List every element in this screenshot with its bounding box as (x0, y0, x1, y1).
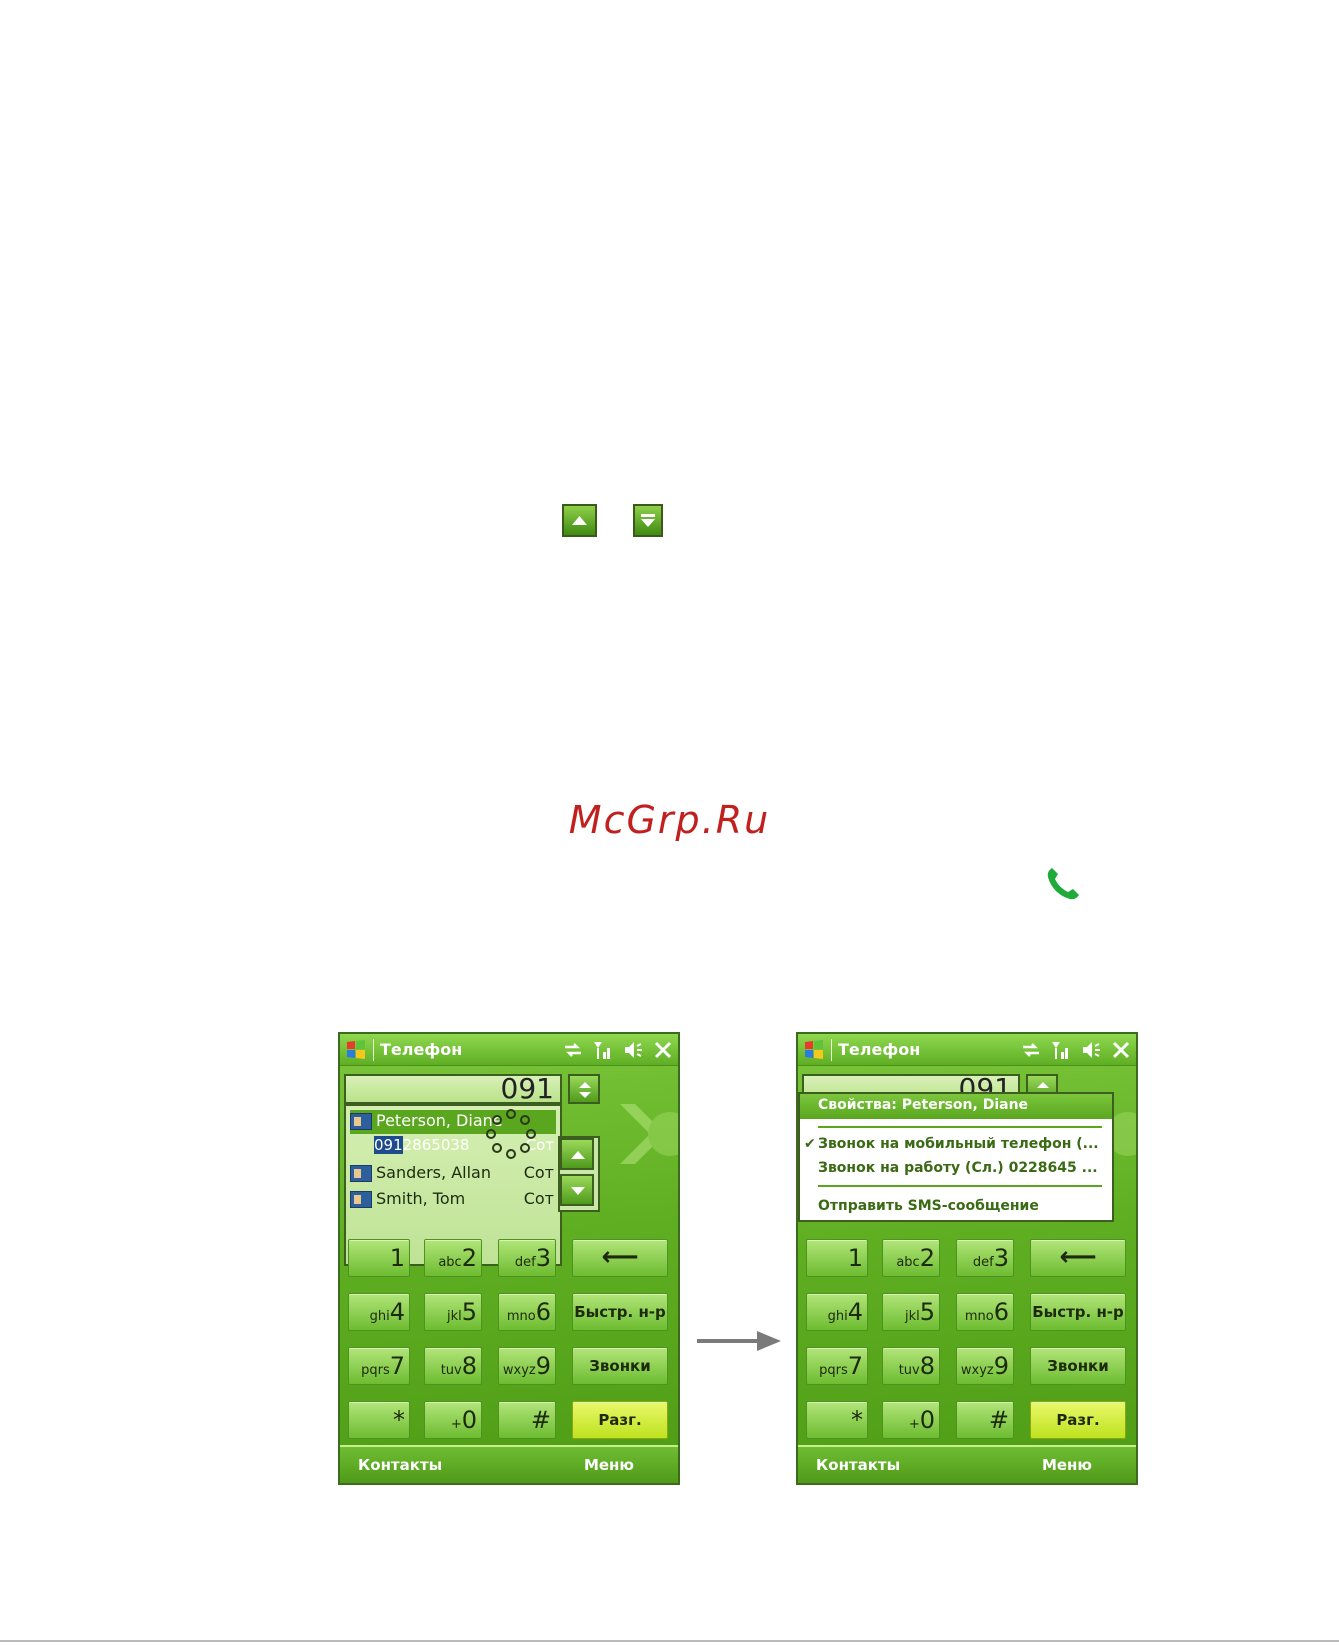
page-edge-line (0, 1640, 1339, 1642)
app-title: Телефон (380, 1040, 463, 1059)
contact-card-icon (350, 1191, 372, 1208)
list-item[interactable]: Smith, Tom Сот (350, 1188, 556, 1212)
key-star[interactable]: * (348, 1401, 410, 1439)
app-title: Телефон (838, 1040, 921, 1059)
signal-strength-icon[interactable] (592, 1039, 614, 1061)
triangle-down-icon (571, 1187, 585, 1195)
key-6[interactable]: mno6 (498, 1293, 556, 1331)
scroll-up-icon (562, 504, 597, 537)
key-hash[interactable]: # (498, 1401, 556, 1439)
dialed-number-field[interactable]: 091 (344, 1074, 562, 1104)
connectivity-icon[interactable] (562, 1039, 584, 1061)
volume-icon[interactable] (622, 1039, 644, 1061)
phone-screen-context-menu: Телефон 091 Свойства: Peterson, Diane ✔ … (796, 1032, 1138, 1485)
soft-key-bar: Контакты Меню (340, 1445, 678, 1483)
key-7[interactable]: pqrs7 (806, 1347, 868, 1385)
key-4[interactable]: ghi4 (806, 1293, 868, 1331)
menu-item-call-mobile[interactable]: Звонок на мобильный телефон (... (818, 1136, 1099, 1152)
triangle-up-icon (571, 1151, 585, 1159)
menu-item-call-work[interactable]: Звонок на работу (Сл.) 0228645 ... (818, 1160, 1098, 1176)
title-bar: Телефон (798, 1034, 1136, 1066)
signal-strength-icon[interactable] (1050, 1039, 1072, 1061)
watermark-text: McGrp.Ru (568, 798, 771, 842)
key-3[interactable]: def3 (498, 1239, 556, 1277)
menu-divider (818, 1126, 1102, 1128)
contacts-softkey[interactable]: Контакты (358, 1456, 442, 1474)
menu-softkey[interactable]: Меню (584, 1456, 634, 1474)
key-5[interactable]: jkl5 (424, 1293, 482, 1331)
key-9[interactable]: wxyz9 (956, 1347, 1014, 1385)
connectivity-icon[interactable] (1020, 1039, 1042, 1061)
talk-button[interactable]: Разг. (1030, 1401, 1126, 1439)
context-menu-header: Свойства: Peterson, Diane (800, 1094, 1112, 1119)
title-separator (373, 1039, 374, 1061)
title-separator (831, 1039, 832, 1061)
key-6[interactable]: mno6 (956, 1293, 1014, 1331)
windows-start-icon[interactable] (344, 1038, 368, 1062)
key-2[interactable]: abc2 (882, 1239, 940, 1277)
busy-spinner-icon (486, 1109, 536, 1159)
key-5[interactable]: jkl5 (882, 1293, 940, 1331)
close-icon[interactable] (652, 1039, 674, 1061)
right-arrow-icon (697, 1331, 781, 1351)
key-7[interactable]: pqrs7 (348, 1347, 410, 1385)
key-1[interactable]: 1 (806, 1239, 868, 1277)
key-8[interactable]: tuv8 (424, 1347, 482, 1385)
menu-softkey[interactable]: Меню (1042, 1456, 1092, 1474)
key-hash[interactable]: # (956, 1401, 1014, 1439)
contact-card-icon (350, 1113, 372, 1130)
key-3[interactable]: def3 (956, 1239, 1014, 1277)
up-down-icon (579, 1082, 591, 1098)
context-menu: Свойства: Peterson, Diane ✔ Звонок на мо… (798, 1092, 1114, 1222)
call-history-button[interactable]: Звонки (572, 1347, 668, 1385)
key-0[interactable]: +0 (424, 1401, 482, 1439)
phone-handset-icon (1047, 868, 1079, 900)
key-0[interactable]: +0 (882, 1401, 940, 1439)
checkmark-icon: ✔ (804, 1136, 816, 1152)
key-star[interactable]: * (806, 1401, 868, 1439)
key-8[interactable]: tuv8 (882, 1347, 940, 1385)
list-item[interactable]: Sanders, Allan Сот (350, 1162, 556, 1186)
scroll-up-button[interactable] (560, 1138, 594, 1170)
key-4[interactable]: ghi4 (348, 1293, 410, 1331)
backspace-button[interactable]: ⟵ (572, 1239, 668, 1277)
soft-key-bar: Контакты Меню (798, 1445, 1136, 1483)
speed-dial-button[interactable]: Быстр. н-р (572, 1293, 668, 1331)
backspace-button[interactable]: ⟵ (1030, 1239, 1126, 1277)
speed-dial-button[interactable]: Быстр. н-р (1030, 1293, 1126, 1331)
menu-divider (818, 1185, 1102, 1187)
decorative-chevron-icon (620, 1104, 678, 1164)
title-bar: Телефон (340, 1034, 678, 1066)
contacts-softkey[interactable]: Контакты (816, 1456, 900, 1474)
scroll-down-icon (633, 504, 663, 537)
key-9[interactable]: wxyz9 (498, 1347, 556, 1385)
volume-icon[interactable] (1080, 1039, 1102, 1061)
close-icon[interactable] (1110, 1039, 1132, 1061)
key-1[interactable]: 1 (348, 1239, 410, 1277)
scroll-down-button[interactable] (560, 1174, 594, 1206)
phone-screen-dialer-dropdown: Телефон 091 Peterson, Diane 0912865038 С… (338, 1032, 680, 1485)
talk-button[interactable]: Разг. (572, 1401, 668, 1439)
list-toggle-button[interactable] (568, 1074, 600, 1104)
windows-start-icon[interactable] (802, 1038, 826, 1062)
menu-item-send-sms[interactable]: Отправить SMS-сообщение (818, 1198, 1039, 1214)
key-2[interactable]: abc2 (424, 1239, 482, 1277)
contact-card-icon (350, 1165, 372, 1182)
call-history-button[interactable]: Звонки (1030, 1347, 1126, 1385)
